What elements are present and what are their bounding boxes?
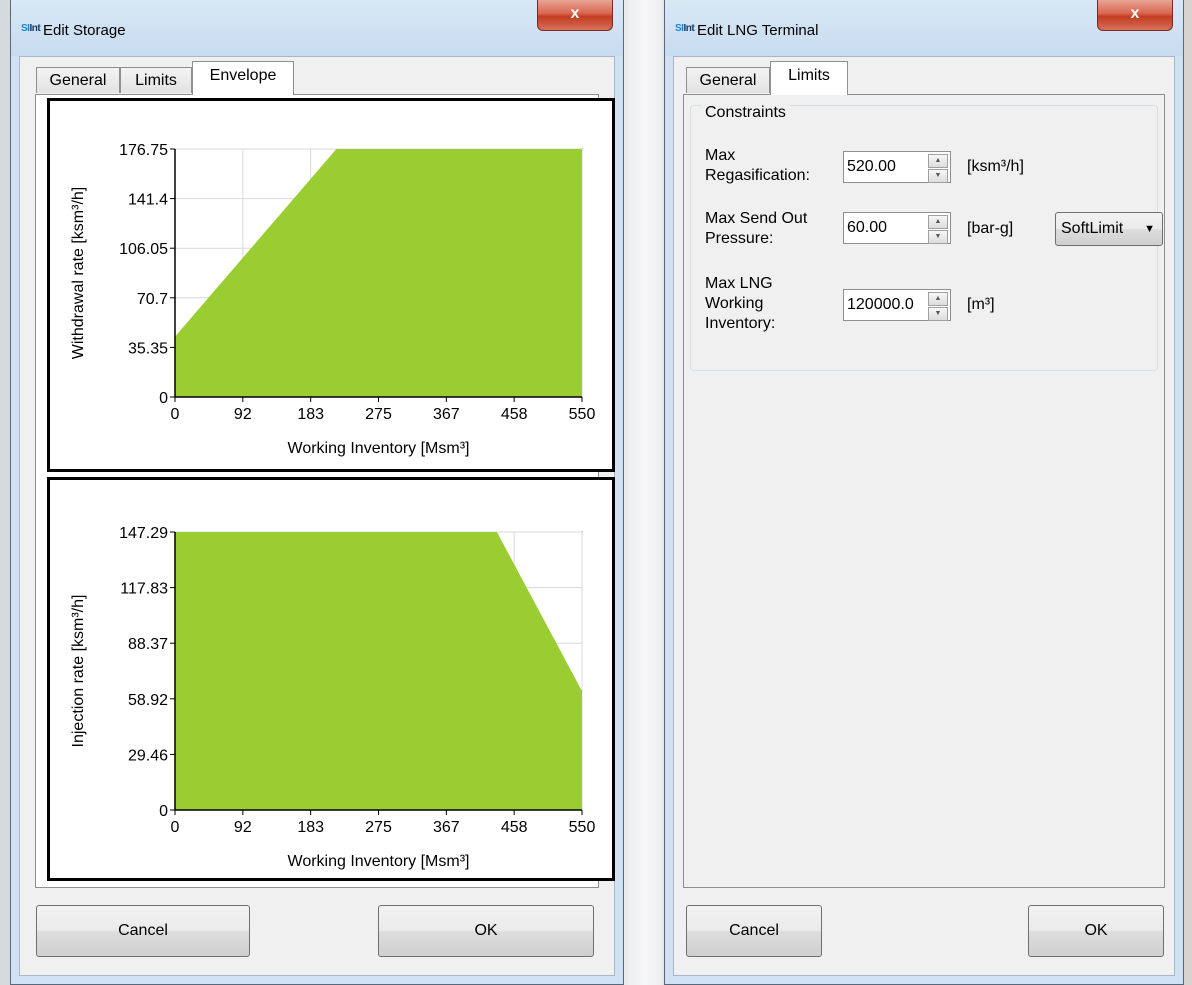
chevron-down-icon: ▼ [1144, 223, 1155, 235]
x-tick-label: 275 [365, 819, 392, 836]
ok-button[interactable]: OK [1028, 905, 1164, 957]
max-regasification-input[interactable] [847, 152, 924, 182]
y-tick-label: 35.35 [128, 340, 168, 357]
x-axis-label: Working Inventory [Msm³] [288, 440, 470, 457]
close-button[interactable]: x [537, 0, 613, 31]
window-title: Edit LNG Terminal [697, 22, 819, 39]
x-tick-label: 458 [501, 406, 528, 423]
x-tick-label: 183 [297, 819, 324, 836]
edit-storage-dialog: SIInt Edit Storage x General Limits Enve… [10, 0, 624, 985]
max-send-out-pressure-input[interactable] [847, 213, 924, 243]
x-tick-label: 550 [569, 406, 596, 423]
x-tick-label: 92 [234, 819, 252, 836]
max-regasification-spinner[interactable]: ▲ ▼ [843, 151, 951, 183]
y-axis-label: Withdrawal rate [ksm³/h] [70, 187, 87, 359]
injection-chart-box: 0 92 183 275 367 458 550 0 29.46 58.92 88.37 117.83… [47, 477, 615, 881]
x-tick-label: 367 [433, 406, 460, 423]
y-tick-label: 29.46 [128, 747, 168, 764]
app-logo-icon: SIInt [21, 23, 41, 34]
tab-envelope[interactable]: Envelope [192, 61, 294, 95]
y-tick-label: 0 [159, 803, 168, 820]
cancel-button[interactable]: Cancel [686, 905, 822, 957]
tab-limits[interactable]: Limits [120, 67, 192, 93]
envelope-tab-page: 0 92 183 275 367 458 550 0 35.35 70.7 106.05 141.4 1… [35, 94, 615, 888]
y-tick-label: 106.05 [119, 241, 168, 258]
spin-up-icon[interactable]: ▲ [928, 154, 948, 168]
limit-type-dropdown[interactable]: SoftLimit ▼ [1055, 212, 1163, 246]
max-regasification-unit: [ksm³/h] [967, 158, 1024, 175]
dialog-client: General Limits Constraints Max Regasific… [673, 56, 1175, 976]
title-bar: SIInt Edit LNG Terminal x [665, 0, 1183, 56]
x-tick-label: 0 [171, 819, 180, 836]
x-tick-label: 550 [569, 819, 596, 836]
withdrawal-chart: 0 92 183 275 367 458 550 0 35.35 70.7 106.05 141.4 1… [70, 142, 596, 457]
y-tick-label: 0 [159, 390, 168, 407]
desktop-gap [628, 0, 662, 985]
max-send-out-pressure-spinner[interactable]: ▲ ▼ [843, 212, 951, 244]
limits-tab-page: Constraints Max Regasification: ▲ ▼ [ksm… [683, 94, 1165, 888]
x-tick-label: 458 [501, 819, 528, 836]
y-axis-label: Injection rate [ksm³/h] [70, 595, 87, 748]
max-lng-working-inventory-spinner[interactable]: ▲ ▼ [843, 289, 951, 321]
x-tick-label: 92 [234, 406, 252, 423]
spin-down-icon[interactable]: ▼ [928, 169, 948, 183]
max-regasification-label: Max Regasification: [705, 147, 810, 184]
edit-lng-terminal-dialog: SIInt Edit LNG Terminal x General Limits… [664, 0, 1184, 985]
constraints-group: Constraints Max Regasification: ▲ ▼ [ksm… [690, 104, 1163, 371]
x-tick-label: 367 [433, 819, 460, 836]
spin-up-icon[interactable]: ▲ [928, 215, 948, 229]
spin-down-icon[interactable]: ▼ [928, 230, 948, 244]
tab-general[interactable]: General [36, 67, 120, 93]
app-logo-icon: SIInt [675, 23, 695, 34]
cancel-button[interactable]: Cancel [36, 905, 250, 957]
withdrawal-chart-box: 0 92 183 275 367 458 550 0 35.35 70.7 106.05 141.4 1… [47, 98, 615, 472]
y-tick-label: 58.92 [128, 692, 168, 709]
max-send-out-pressure-unit: [bar-g] [967, 220, 1014, 237]
ok-button[interactable]: OK [378, 905, 594, 957]
title-bar: SIInt Edit Storage x [11, 0, 623, 56]
window-title: Edit Storage [43, 22, 126, 39]
y-tick-label: 70.7 [137, 291, 168, 308]
constraints-group-title: Constraints [701, 104, 790, 122]
limit-type-value: SoftLimit [1061, 220, 1124, 237]
tab-limits[interactable]: Limits [770, 61, 848, 95]
dialog-client: General Limits Envelope 0 92 183 275 367 458 5… [19, 56, 615, 976]
spinner-buttons: ▲ ▼ [928, 154, 948, 183]
x-tick-label: 183 [297, 406, 324, 423]
spin-up-icon[interactable]: ▲ [928, 292, 948, 306]
x-tick-label: 0 [171, 406, 180, 423]
injection-chart: 0 92 183 275 367 458 550 0 29.46 58.92 88.37 117.83… [70, 525, 596, 870]
x-tick-label: 275 [365, 406, 392, 423]
y-tick-label: 147.29 [119, 525, 168, 542]
spinner-buttons: ▲ ▼ [928, 215, 948, 244]
max-lng-working-inventory-input[interactable] [847, 290, 924, 320]
max-send-out-pressure-label: Max Send Out Pressure: [705, 210, 808, 247]
max-lng-working-inventory-label: Max LNG Working Inventory: [705, 275, 776, 332]
x-axis-label: Working Inventory [Msm³] [288, 853, 470, 870]
tab-general[interactable]: General [686, 67, 770, 93]
max-lng-working-inventory-unit: [m³] [967, 296, 995, 313]
close-button[interactable]: x [1097, 0, 1173, 31]
spinner-buttons: ▲ ▼ [928, 292, 948, 321]
y-tick-label: 176.75 [119, 142, 168, 159]
y-tick-label: 88.37 [128, 636, 168, 653]
spin-down-icon[interactable]: ▼ [928, 307, 948, 321]
y-tick-label: 117.83 [120, 581, 168, 598]
y-tick-label: 141.4 [128, 192, 168, 209]
